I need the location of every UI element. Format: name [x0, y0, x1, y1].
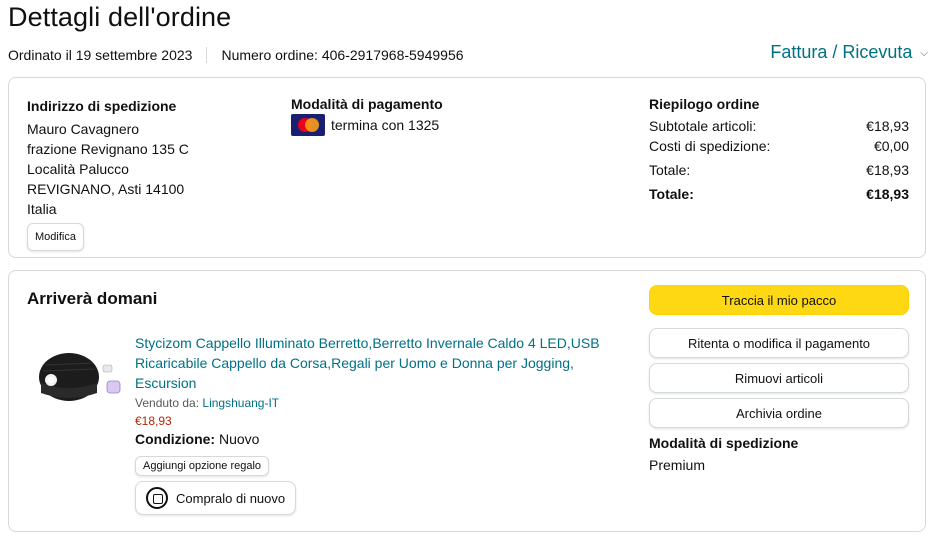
- remove-items-button[interactable]: Rimuovi articoli: [649, 363, 909, 393]
- product-condition: Condizione: Nuovo: [135, 431, 615, 447]
- address-line: Italia: [27, 201, 57, 217]
- summary-label: Costi di spedizione:: [649, 138, 771, 154]
- address-line: REVIGNANO, Asti 14100: [27, 181, 185, 197]
- archive-order-button[interactable]: Archivia ordine: [649, 398, 909, 428]
- condition-label: Condizione:: [135, 431, 216, 447]
- order-summary: Riepilogo ordine Subtotale articoli: €18…: [649, 96, 909, 204]
- seller-link[interactable]: Lingshuang-IT: [202, 396, 279, 410]
- chevron-down-icon: ⌵: [920, 48, 928, 59]
- mastercard-icon: [291, 114, 325, 136]
- address-line: frazione Revignano 135 C: [27, 141, 189, 157]
- product-details: Stycizom Cappello Illuminato Berretto,Be…: [135, 333, 615, 515]
- buy-again-icon: [146, 487, 168, 509]
- summary-value: €18,93: [866, 162, 909, 178]
- summary-row: Costi di spedizione: €0,00: [649, 136, 909, 156]
- shipping-method-value: Premium: [649, 457, 706, 473]
- grand-total-label: Totale:: [649, 186, 694, 202]
- shipping-method: Modalità di spedizione Premium: [649, 435, 909, 473]
- summary-label: Totale:: [649, 162, 691, 178]
- add-gift-option-button[interactable]: Aggiungi opzione regalo: [135, 456, 270, 476]
- divider: [206, 47, 208, 63]
- shipment-card: Arriverà domani Stycizom Cappello Illumi…: [8, 270, 926, 532]
- sold-by-label: Venduto da:: [135, 396, 200, 410]
- summary-row: Subtotale articoli: €18,93: [649, 116, 909, 136]
- address-line: Località Palucco: [27, 161, 129, 177]
- card-ending: termina con 1325: [331, 117, 440, 133]
- edit-address-button[interactable]: Modifica: [27, 223, 84, 251]
- order-number: Numero ordine: 406-2917968-5949956: [221, 47, 464, 63]
- payment-method: Modalità di pagamento termina con 1325: [291, 96, 443, 136]
- product-title-link[interactable]: Stycizom Cappello Illuminato Berretto,Be…: [135, 333, 615, 393]
- product-image[interactable]: [35, 331, 131, 411]
- summary-value: €18,93: [866, 118, 909, 134]
- seller-info: Venduto da: Lingshuang-IT: [135, 396, 615, 410]
- summary-row: Totale: €18,93: [649, 160, 909, 180]
- shipment-actions: Traccia il mio pacco Ritenta o modifica …: [649, 285, 909, 473]
- order-date: Ordinato il 19 settembre 2023: [8, 47, 193, 63]
- shipping-method-heading: Modalità di spedizione: [649, 435, 799, 451]
- shipping-address: Indirizzo di spedizione Mauro Cavagnero …: [27, 96, 189, 251]
- summary-heading: Riepilogo ordine: [649, 96, 760, 112]
- grand-total-row: Totale: €18,93: [649, 184, 909, 204]
- invoice-dropdown[interactable]: Fattura / Ricevuta ⌵: [770, 42, 928, 63]
- condition-value: Nuovo: [219, 431, 260, 447]
- retry-payment-button[interactable]: Ritenta o modifica il pagamento: [649, 328, 909, 358]
- delivery-status: Arriverà domani: [27, 289, 158, 308]
- order-info-card: Indirizzo di spedizione Mauro Cavagnero …: [8, 77, 926, 258]
- page-title: Dettagli dell'ordine: [8, 2, 232, 32]
- buy-again-button[interactable]: Compralo di nuovo: [135, 481, 297, 515]
- payment-heading: Modalità di pagamento: [291, 96, 443, 112]
- product-price: €18,93: [135, 414, 172, 428]
- track-package-button[interactable]: Traccia il mio pacco: [649, 285, 909, 315]
- summary-label: Subtotale articoli:: [649, 118, 757, 134]
- invoice-link[interactable]: Fattura / Ricevuta: [770, 42, 912, 63]
- buy-again-label: Compralo di nuovo: [176, 490, 286, 506]
- shipping-address-heading: Indirizzo di spedizione: [27, 98, 177, 114]
- address-line: Mauro Cavagnero: [27, 121, 140, 137]
- order-meta: Ordinato il 19 settembre 2023 Numero ord…: [8, 47, 464, 63]
- summary-value: €0,00: [873, 138, 909, 154]
- grand-total-value: €18,93: [866, 186, 909, 202]
